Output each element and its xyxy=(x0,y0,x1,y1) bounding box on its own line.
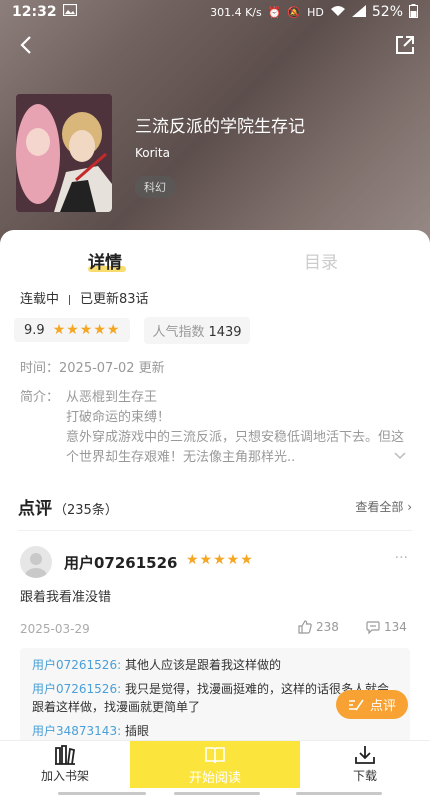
battery-icon xyxy=(409,3,418,21)
alarm-icon: ⏰ xyxy=(267,5,282,19)
status-time: 12:32 xyxy=(12,4,57,20)
add-to-shelf-button[interactable]: 加入书架 xyxy=(30,745,100,784)
comment-count: 134 xyxy=(384,620,407,634)
like-count: 238 xyxy=(316,620,339,634)
nav-pill[interactable] xyxy=(174,792,260,795)
tab-contents[interactable]: 目录 xyxy=(304,248,338,273)
write-review-label: 点评 xyxy=(369,699,396,714)
review-username[interactable]: 用户07261526 xyxy=(64,552,178,573)
expand-chevron-icon[interactable] xyxy=(394,446,406,466)
share-button[interactable] xyxy=(394,34,416,56)
pencil-icon xyxy=(348,699,364,710)
download-label: 下载 xyxy=(352,769,377,783)
top-navigation xyxy=(0,32,430,62)
reply-text: 其他人应该是跟着我这样做的 xyxy=(121,658,281,672)
star-rating: ★★★★★ xyxy=(52,322,121,338)
chevron-right-icon: › xyxy=(407,500,412,514)
popularity-label: 人气指数 xyxy=(152,324,205,340)
review-user: 用户07261526 ★★★★★ ··· xyxy=(20,544,410,578)
mute-icon: 🔕 xyxy=(287,5,302,19)
reply-username[interactable]: 用户34873143: xyxy=(32,724,121,738)
thumbs-up-icon xyxy=(298,620,312,634)
start-reading-label: 开始阅读 xyxy=(188,771,241,786)
synopsis-line: 从恶棍到生存王 xyxy=(66,390,158,405)
download-button[interactable]: 下载 xyxy=(330,745,400,784)
gallery-icon xyxy=(62,3,77,20)
battery-level: 52% xyxy=(371,4,403,20)
review-count: （235条） xyxy=(54,503,118,518)
system-nav-bar xyxy=(0,788,430,800)
episode-count: 已更新83话 xyxy=(80,292,149,307)
review-title: 点评 xyxy=(18,499,52,519)
divider xyxy=(18,530,412,531)
book-author[interactable]: Korita xyxy=(135,146,170,160)
detail-card: 详情 目录 连载中 已更新83话 9.9 ★★★★★ 人气指数 1439 时间：20… xyxy=(0,230,430,740)
write-review-button[interactable]: 点评 xyxy=(335,690,408,719)
signal-icon xyxy=(351,4,366,20)
back-button[interactable] xyxy=(14,32,40,58)
score-box: 9.9 ★★★★★ xyxy=(14,318,131,342)
like-button[interactable]: 238 xyxy=(298,620,339,634)
comment-icon xyxy=(366,621,380,634)
update-time: 时间：2025-07-02 更新 xyxy=(20,361,165,376)
reply-text: 插眼 xyxy=(121,724,149,738)
bookshelf-icon xyxy=(55,745,76,765)
wifi-icon xyxy=(330,5,346,20)
open-book-icon xyxy=(205,747,225,764)
network-speed: 301.4 K/s xyxy=(210,5,262,19)
bottom-action-bar: 加入书架 开始阅读 下载 xyxy=(0,740,430,789)
add-to-shelf-label: 加入书架 xyxy=(40,769,89,783)
synopsis-label: 简介： xyxy=(20,390,60,405)
popularity: 人气指数 1439 xyxy=(144,316,250,344)
review-text: 跟着我看准没错 xyxy=(20,590,112,605)
download-icon xyxy=(355,746,375,764)
popularity-value: 1439 xyxy=(208,324,242,340)
chevron-left-icon xyxy=(20,36,31,54)
tab-details[interactable]: 详情 xyxy=(88,248,122,273)
review-date: 2025-03-29 xyxy=(20,622,90,636)
book-cover[interactable] xyxy=(16,94,112,212)
review-header: 点评 （235条） 查看全部 › xyxy=(18,494,412,519)
start-reading-button[interactable]: 开始阅读 xyxy=(130,741,300,789)
book-title: 三流反派的学院生存记 xyxy=(135,117,305,137)
serial-status: 连载中 已更新83话 xyxy=(20,288,149,307)
synopsis-line: 意外穿成游戏中的三流反派，只想安稳低调地活下去。但这个世界却生存艰难！无法像主角… xyxy=(66,430,405,465)
view-all-reviews-link[interactable]: 查看全部 › xyxy=(355,498,412,515)
nav-pill[interactable] xyxy=(296,792,382,795)
status-bar: 12:32 301.4 K/s ⏰ 🔕 HD 52% xyxy=(0,0,430,24)
reply-item[interactable]: 用户07261526: 其他人应该是跟着我这样做的 xyxy=(32,656,398,674)
share-icon xyxy=(396,36,414,54)
nav-pill[interactable] xyxy=(58,792,146,795)
more-options-icon[interactable]: ··· xyxy=(395,550,408,566)
comment-button[interactable]: 134 xyxy=(366,620,407,634)
rating-row: 9.9 ★★★★★ 人气指数 1439 xyxy=(14,316,250,344)
reply-username[interactable]: 用户07261526: xyxy=(32,658,121,672)
review-star-rating: ★★★★★ xyxy=(186,552,254,568)
tab-bar: 详情 目录 xyxy=(0,230,430,286)
synopsis-line: 打破命运的束缚！ xyxy=(66,410,171,425)
avatar[interactable] xyxy=(20,546,52,578)
view-all-label: 查看全部 xyxy=(355,500,404,514)
network-type: HD xyxy=(307,5,324,19)
reply-item[interactable]: 用户34873143: 插眼 xyxy=(32,722,398,740)
serial-state: 连载中 xyxy=(20,292,60,307)
genre-tag[interactable]: 科幻 xyxy=(135,176,175,198)
score-value: 9.9 xyxy=(24,322,45,338)
synopsis[interactable]: 简介： 从恶棍到生存王 打破命运的束缚！ 意外穿成游戏中的三流反派，只想安稳低调… xyxy=(20,388,410,468)
reply-username[interactable]: 用户07261526: xyxy=(32,682,121,696)
